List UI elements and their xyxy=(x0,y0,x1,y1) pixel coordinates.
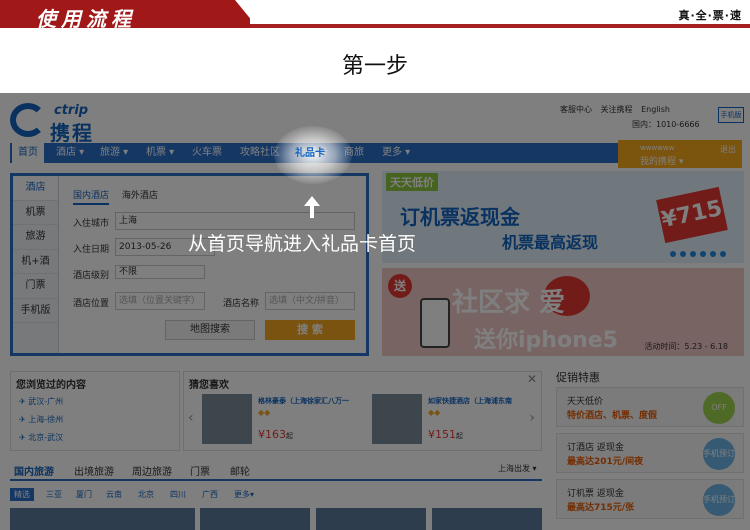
dim-overlay xyxy=(0,93,750,530)
up-arrow-icon xyxy=(304,196,320,218)
highlighted-gift-card-nav[interactable]: 礼品卡 xyxy=(295,144,325,159)
instruction-text: 从首页导航进入礼品卡首页 xyxy=(188,233,417,255)
header-right-label: 真·全·票·速 xyxy=(678,9,742,22)
step-label: 第一步 xyxy=(341,54,408,79)
top-header-bar: 使用流程 真·全·票·速 xyxy=(0,0,750,31)
header-title: 使用流程 xyxy=(36,7,136,31)
